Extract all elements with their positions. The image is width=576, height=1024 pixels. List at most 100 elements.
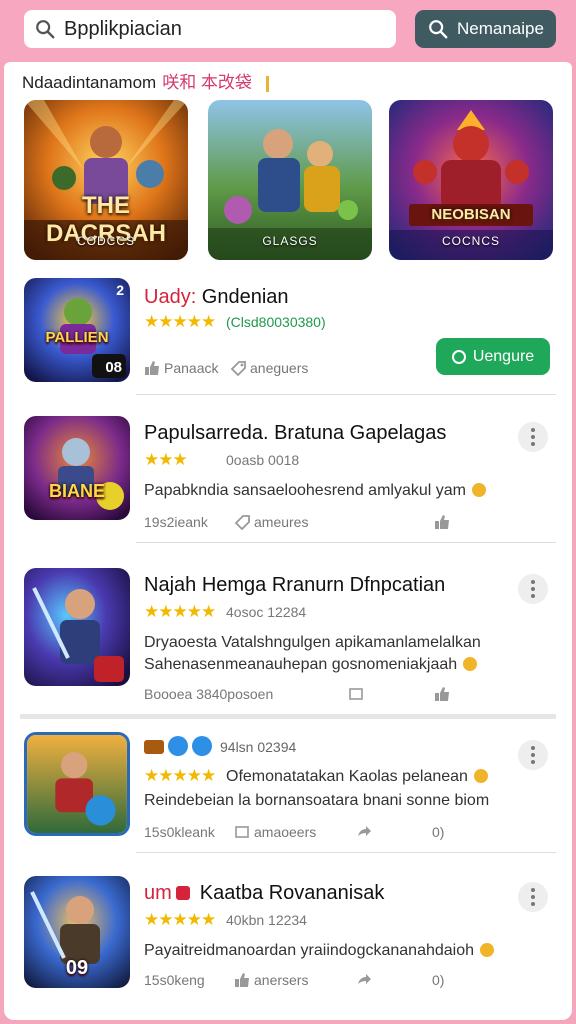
foot-4-text: 0) — [432, 824, 445, 840]
rating-stars: ★★★ — [144, 450, 188, 469]
thumb-title: PALLIEN — [45, 329, 109, 346]
more-options-button[interactable] — [518, 882, 548, 912]
foot-1-text: 19s2ieank — [144, 514, 208, 530]
foot-4-text: 0) — [432, 972, 445, 988]
foot-4 — [434, 514, 450, 530]
section-title: Ndaadintanamom 咲和 本改袋 — [22, 68, 269, 93]
feature-2-text: aneguers — [250, 360, 309, 376]
foot-4: 0) — [432, 972, 444, 988]
banner-subtitle-2: GLASGS — [262, 234, 318, 248]
banner-subtitle-1: CODCCS — [76, 234, 135, 248]
banner-title-3: NEOBISAN — [431, 206, 511, 223]
app-description-2: Sahenasenmeanauhepan gosnomeniakjaah — [144, 656, 478, 674]
image-icon — [349, 688, 363, 700]
app-thumbnail: 09 — [24, 876, 130, 988]
search-icon — [36, 20, 55, 39]
featured-banner-2[interactable]: GLASGS — [208, 100, 372, 260]
foot-2-text: anersers — [254, 972, 309, 988]
app-title-text: 94lsn 02394 — [220, 739, 297, 755]
foot-4 — [434, 686, 450, 702]
desc-line: Payaitreidmanoardan yraiindogckananahdai… — [144, 942, 475, 959]
badge-icon — [175, 886, 190, 900]
coin-icon — [471, 483, 486, 497]
list-item-featured[interactable]: PALLIEN 08 2 Uady: Gndenian ★★★★★ (Clsd8… — [4, 276, 572, 396]
rating-stars: ★★★★★ — [144, 602, 216, 621]
badge-icon — [144, 740, 164, 754]
foot-2-text: amaoeers — [254, 824, 317, 840]
desc-line: Sahenasenmeanauhepan gosnomeniakjaah — [144, 656, 458, 673]
section-title-text: Ndaadintanamom — [22, 73, 157, 92]
divider — [136, 852, 556, 853]
search-icon — [429, 20, 448, 39]
verified-icon — [168, 736, 188, 756]
list-item[interactable]: BIANE Papulsarreda. Bratuna Gapelagas ★★… — [4, 416, 572, 540]
rating-stars: ★★★★★ — [144, 312, 216, 331]
share-icon — [358, 826, 371, 836]
thumb-title: BIANE — [48, 481, 105, 501]
search-button[interactable]: Nemanaipe — [415, 10, 556, 48]
app-description: Payaitreidmanoardan yraiindogckananahdai… — [144, 942, 495, 960]
app-title: Uady: Gndenian — [144, 286, 289, 309]
tag-icon — [234, 515, 250, 530]
app-title: Najah Hemga Rranurn Dfnpcatian — [144, 574, 446, 596]
desc-line: Papabkndia sansaeloohesrend amlyakul yam — [144, 482, 466, 499]
rating-stars: ★★★★★ — [144, 766, 216, 785]
thumbs-up-icon — [235, 973, 249, 987]
foot-1-text: 15s0keng — [144, 972, 205, 988]
list-item[interactable]: 94lsn 02394 ★★★★★ Ofemonatatakan Kaolas … — [4, 732, 572, 856]
section-title-cjk: 咲和 本改袋 — [162, 73, 252, 92]
top-bar: Bpplikpiacian Nemanaipe — [0, 0, 576, 62]
app-description-2: Reindebeian la bornansoatara bnani sonne… — [144, 792, 490, 809]
desc-line: Ofemonatatakan Kaolas pelanean — [226, 768, 468, 785]
coin-icon — [473, 769, 488, 783]
foot-3 — [348, 686, 364, 702]
app-meta: (Clsd80030380) — [226, 314, 326, 330]
foot-1: 15s0keng — [144, 972, 205, 988]
thumbs-up-icon — [435, 515, 449, 529]
search-button-label: Nemanaipe — [457, 19, 544, 38]
featured-banner-3[interactable]: NEOBISAN COCNCS — [389, 100, 553, 260]
title-highlight: Uady: — [144, 286, 197, 308]
app-title: 94lsn 02394 — [144, 736, 296, 756]
app-meta: 40kbn 12234 — [226, 912, 307, 928]
featured-banner-1[interactable]: THE DACRSAH CODCCS — [24, 100, 188, 260]
results-panel: Ndaadintanamom 咲和 本改袋 THE DACRSAH CODCCS — [4, 62, 572, 1020]
foot-3 — [356, 972, 372, 988]
feature-1-text: Panaack — [164, 360, 219, 376]
banner-subtitle-3: COCNCS — [441, 234, 500, 248]
divider — [136, 394, 556, 395]
rating-stars: ★★★★★ — [144, 910, 216, 929]
image-icon — [235, 826, 249, 838]
thumb-badge: 08 — [105, 359, 122, 376]
foot-1-text: 15s0kleank — [144, 824, 215, 840]
app-title: um Kaatba Rovananisak — [144, 882, 384, 905]
app-meta: 4osoc 12284 — [226, 604, 307, 620]
app-title-text: Kaatba Rovananisak — [199, 882, 385, 904]
foot-2: amaoeers — [234, 824, 316, 840]
search-input[interactable]: Bpplikpiacian — [24, 10, 396, 48]
foot-2: ameures — [234, 514, 308, 530]
status-icon — [451, 349, 466, 364]
more-options-button[interactable] — [518, 574, 548, 604]
more-options-button[interactable] — [518, 422, 548, 452]
app-thumbnail: BIANE — [24, 416, 130, 520]
list-item[interactable]: Najah Hemga Rranurn Dfnpcatian ★★★★★ 4os… — [4, 568, 572, 708]
more-options-button[interactable] — [518, 740, 548, 770]
app-thumbnail: PALLIEN 08 2 — [24, 278, 130, 382]
install-button[interactable]: Uengure — [436, 338, 550, 375]
foot-2-text: ameures — [254, 514, 309, 530]
divider — [136, 542, 556, 543]
coin-icon — [463, 657, 478, 671]
list-item[interactable]: 09 um Kaatba Rovananisak ★★★★★ 40kbn 1223… — [4, 876, 572, 1006]
app-description: Ofemonatatakan Kaolas pelanean — [226, 768, 488, 786]
app-description: Dryaoesta Vatalshngulgen apikamanlamelal… — [144, 634, 481, 651]
foot-1-text: Boooea 3840posoen — [144, 686, 274, 702]
foot-1: 15s0kleank — [144, 824, 215, 840]
foot-1: Boooea 3840posoen — [144, 686, 273, 702]
foot-1: 19s2ieank — [144, 514, 208, 530]
feature-2: aneguers — [230, 360, 308, 376]
title-rest: Gndenian — [196, 286, 289, 308]
title-prefix: um — [144, 882, 172, 904]
section-divider — [20, 714, 556, 719]
app-thumbnail — [24, 732, 130, 836]
